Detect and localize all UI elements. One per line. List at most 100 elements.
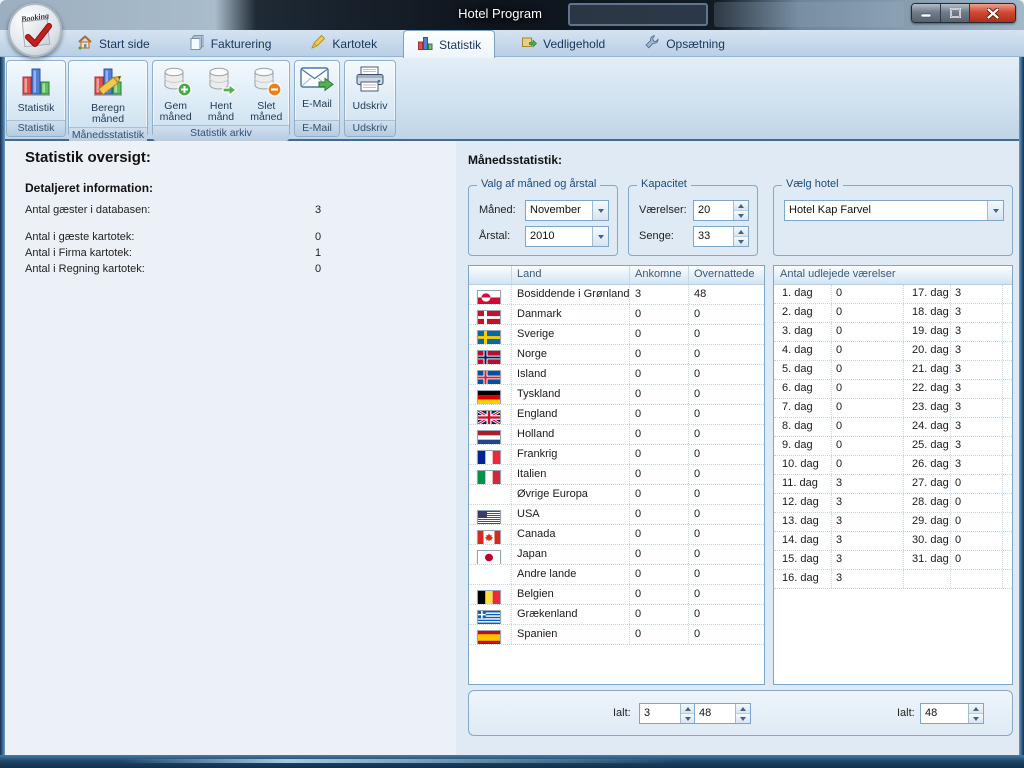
flag-column-header (469, 266, 511, 284)
pencil-icon (310, 34, 326, 53)
ribbon-button-statistik[interactable]: Statistik (16, 64, 57, 115)
close-button[interactable] (970, 4, 1015, 22)
day-row[interactable]: 15. dag331. dag0 (774, 551, 1012, 570)
country-row-island[interactable]: Island00 (469, 365, 764, 385)
day-row[interactable]: 11. dag327. dag0 (774, 475, 1012, 494)
month-dropdown-button[interactable] (592, 201, 608, 220)
country-row-andre-lande[interactable]: Andre lande00 (469, 565, 764, 585)
day-row[interactable]: 1. dag017. dag3 (774, 285, 1012, 304)
country-row-usa[interactable]: USA00 (469, 505, 764, 525)
overnights-column-header[interactable]: Overnattede (688, 266, 764, 284)
day-row[interactable]: 9. dag025. dag3 (774, 437, 1012, 456)
day-label: 9. dag (774, 437, 831, 455)
country-row-japan[interactable]: Japan00 (469, 545, 764, 565)
app-logo-button[interactable]: Booking (8, 3, 62, 57)
country-row-sverige[interactable]: Sverige00 (469, 325, 764, 345)
day-row[interactable]: 12. dag328. dag0 (774, 494, 1012, 513)
rooms-up-button[interactable] (734, 201, 748, 210)
day-row[interactable]: 3. dag019. dag3 (774, 323, 1012, 342)
day-value: 0 (831, 418, 903, 436)
day-row[interactable]: 14. dag330. dag0 (774, 532, 1012, 551)
rooms-down-button[interactable] (734, 210, 748, 220)
country-row-belgien[interactable]: Belgien00 (469, 585, 764, 605)
day-label: 18. dag (903, 304, 950, 322)
month-dropdown[interactable]: November (525, 200, 609, 221)
day-row[interactable]: 16. dag3 (774, 570, 1012, 589)
days-total-up-button[interactable] (969, 704, 983, 713)
rooms-spinner[interactable]: 20 (693, 200, 749, 221)
country-row-tyskland[interactable]: Tyskland00 (469, 385, 764, 405)
tab-vedligehold[interactable]: Vedligehold (508, 30, 618, 57)
beds-spinner[interactable]: 33 (693, 226, 749, 247)
day-row[interactable]: 2. dag018. dag3 (774, 304, 1012, 323)
overnights-total-up-button[interactable] (736, 704, 750, 713)
day-row[interactable]: 10. dag026. dag3 (774, 456, 1012, 475)
country-row-frankrig[interactable]: Frankrig00 (469, 445, 764, 465)
day-label: 5. dag (774, 361, 831, 379)
days-total-down-button[interactable] (969, 713, 983, 723)
country-row-grækenland[interactable]: Grækenland00 (469, 605, 764, 625)
ribbon-button-slet-måned[interactable]: Sletmåned (248, 64, 284, 125)
overview-row: Antal i gæste kartotek:0 (25, 231, 355, 243)
monthly-title: Månedsstatistik: (468, 153, 562, 167)
hotel-value: Hotel Kap Farvel (785, 201, 987, 220)
days-total: 48 (921, 704, 968, 723)
day-value: 3 (950, 361, 1002, 379)
country-arrivals: 0 (629, 385, 688, 404)
country-row-canada[interactable]: Canada00 (469, 525, 764, 545)
country-row-øvrige-europa[interactable]: Øvrige Europa00 (469, 485, 764, 505)
beds-label: Senge: (639, 230, 674, 242)
day-value: 3 (950, 437, 1002, 455)
arrivals-total-down-button[interactable] (681, 713, 695, 723)
ribbon-button-beregn-måned[interactable]: Beregnmåned (89, 64, 127, 127)
country-row-england[interactable]: England00 (469, 405, 764, 425)
year-dropdown[interactable]: 2010 (525, 226, 609, 247)
overnights-total-down-button[interactable] (736, 713, 750, 723)
ribbon-button-udskriv[interactable]: Udskriv (350, 64, 389, 113)
country-row-italien[interactable]: Italien00 (469, 465, 764, 485)
day-row[interactable]: 8. dag024. dag3 (774, 418, 1012, 437)
day-row[interactable]: 5. dag021. dag3 (774, 361, 1012, 380)
beds-value: 33 (694, 227, 733, 246)
tab-opsætning[interactable]: Opsætning (631, 30, 738, 57)
rented-rooms-table-header: Antal udlejede værelser (774, 266, 1012, 285)
day-row[interactable]: 7. dag023. dag3 (774, 399, 1012, 418)
year-dropdown-button[interactable] (592, 227, 608, 246)
minimize-button[interactable] (912, 4, 941, 22)
hotel-dropdown-button[interactable] (987, 201, 1003, 220)
tab-fakturering[interactable]: Fakturering (176, 30, 285, 57)
beds-down-button[interactable] (734, 236, 748, 246)
maximize-button[interactable] (941, 4, 970, 22)
country-row-bosiddende-i-grønland[interactable]: Bosiddende i Grønland348 (469, 285, 764, 305)
day-row[interactable]: 4. dag020. dag3 (774, 342, 1012, 361)
country-name: Holland (511, 425, 629, 444)
bar-chart-icon (417, 35, 433, 54)
ribbon-button-gem-måned[interactable]: Gemmåned (158, 64, 194, 125)
ribbon-button-e-mail[interactable]: E-Mail (298, 64, 336, 111)
window-border-left (0, 57, 5, 755)
countries-arrivals-total-spinner[interactable]: 3 (639, 703, 696, 724)
country-row-spanien[interactable]: Spanien00 (469, 625, 764, 645)
country-overnights: 0 (688, 425, 764, 444)
country-overnights: 0 (688, 465, 764, 484)
country-row-danmark[interactable]: Danmark00 (469, 305, 764, 325)
days-total-spinner[interactable]: 48 (920, 703, 984, 724)
ribbon-button-hent-månd[interactable]: Hentmånd (203, 64, 239, 125)
tab-start-side[interactable]: Start side (64, 30, 163, 57)
ribbon-button-label: Statistik (18, 103, 55, 115)
country-arrivals: 0 (629, 525, 688, 544)
ribbon: StatistikStatistikBeregnmånedMånedsstati… (0, 57, 1024, 141)
country-row-holland[interactable]: Holland00 (469, 425, 764, 445)
arrivals-column-header[interactable]: Ankomne (629, 266, 688, 284)
tab-kartotek[interactable]: Kartotek (297, 30, 390, 57)
day-row[interactable]: 6. dag022. dag3 (774, 380, 1012, 399)
hotel-dropdown[interactable]: Hotel Kap Farvel (784, 200, 1004, 221)
country-row-norge[interactable]: Norge00 (469, 345, 764, 365)
arrivals-total-up-button[interactable] (681, 704, 695, 713)
land-column-header[interactable]: Land (511, 266, 629, 284)
beds-up-button[interactable] (734, 227, 748, 236)
day-row[interactable]: 13. dag329. dag0 (774, 513, 1012, 532)
countries-overnights-total-spinner[interactable]: 48 (694, 703, 751, 724)
window-border-bottom (0, 755, 1024, 768)
tab-statistik[interactable]: Statistik (403, 30, 495, 58)
